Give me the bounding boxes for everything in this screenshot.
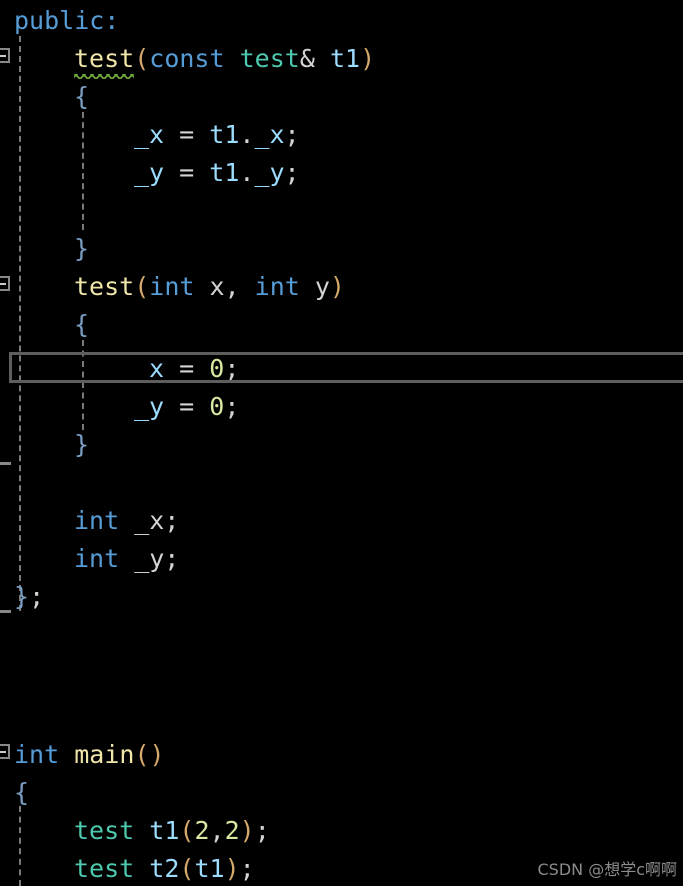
csdn-watermark: CSDN @想学c啊啊 [537, 860, 677, 879]
code-token: ; [29, 582, 45, 611]
code-line[interactable]: }; [0, 578, 683, 616]
code-editor-surface[interactable]: public: test(const test& t1){_x = t1._x; _… [0, 0, 683, 886]
code-token: ) [224, 854, 240, 883]
code-line[interactable] [0, 654, 683, 692]
code-token: t2 [149, 854, 180, 883]
code-token: ) [329, 272, 345, 301]
code-token: ; [224, 392, 240, 421]
code-token: } [74, 234, 90, 263]
code-token: t1 [149, 816, 180, 845]
code-token: int [74, 544, 120, 573]
code-token: { [74, 82, 90, 111]
code-line[interactable]: _x = t1._x; [0, 116, 683, 154]
code-token: _y [134, 392, 165, 421]
code-line[interactable]: _y = t1._y; [0, 154, 683, 192]
code-line[interactable]: test t1(2,2); [0, 812, 683, 850]
code-token: const [149, 44, 225, 73]
code-token: . [239, 120, 255, 149]
code-line[interactable]: } [0, 426, 683, 464]
code-token: } [14, 582, 30, 611]
code-token: ; [224, 354, 240, 383]
code-token: x [194, 272, 225, 301]
code-token: y [299, 272, 330, 301]
code-line[interactable] [0, 192, 683, 230]
code-token: ; [284, 120, 300, 149]
code-token: = [164, 158, 210, 187]
code-line[interactable] [0, 464, 683, 502]
code-token: , [224, 272, 255, 301]
code-token: _x [134, 120, 165, 149]
code-token: ) [239, 816, 255, 845]
code-line[interactable]: } [0, 230, 683, 268]
code-token: test [239, 44, 300, 73]
code-line[interactable]: int _x; [0, 502, 683, 540]
code-line[interactable]: int _y; [0, 540, 683, 578]
code-token: test [74, 854, 135, 883]
code-token: int [14, 740, 60, 769]
code-token: int [149, 272, 195, 301]
code-token: test [74, 816, 135, 845]
code-token: _x; [119, 506, 180, 535]
code-token: t1 [209, 158, 240, 187]
code-line[interactable]: { [0, 78, 683, 116]
code-token: _y [254, 158, 285, 187]
code-token: ( [179, 816, 195, 845]
code-token: = [164, 120, 210, 149]
code-line[interactable]: public: [0, 2, 683, 40]
code-token: t1 [329, 44, 361, 73]
code-token: ; [284, 158, 300, 187]
code-token: int [74, 506, 120, 535]
code-token: } [74, 430, 90, 459]
code-token: & [299, 44, 315, 73]
code-line[interactable]: int main() [0, 736, 683, 774]
code-token: () [134, 740, 165, 769]
code-token: 2 [224, 816, 240, 845]
code-token: 0 [209, 392, 225, 421]
code-token: 0 [209, 354, 225, 383]
code-token: ; [239, 854, 255, 883]
code-token: t1 [209, 120, 240, 149]
code-line[interactable] [0, 616, 683, 654]
code-token: ( [134, 44, 150, 73]
code-token: 2 [194, 816, 210, 845]
code-token: _x [254, 120, 285, 149]
code-token: = [164, 392, 210, 421]
code-token: ( [179, 854, 195, 883]
code-line[interactable]: { [0, 306, 683, 344]
code-line[interactable]: test(const test& t1) [0, 40, 683, 78]
code-token: . [239, 158, 255, 187]
code-token: public: [14, 6, 120, 35]
code-line[interactable] [0, 692, 683, 730]
code-line[interactable]: _x = 0; [0, 350, 683, 388]
code-token: test [74, 272, 135, 301]
error-squiggle-token: test [74, 44, 135, 73]
code-token: _y; [119, 544, 180, 573]
code-token: int [254, 272, 300, 301]
code-token: , [209, 816, 225, 845]
code-token: ; [254, 816, 270, 845]
code-token: { [74, 310, 90, 339]
code-token: _x [134, 354, 165, 383]
code-token: = [164, 354, 210, 383]
code-line[interactable]: _y = 0; [0, 388, 683, 426]
code-token: ( [134, 272, 150, 301]
code-line[interactable]: test(int x, int y) [0, 268, 683, 306]
code-token: _y [134, 158, 165, 187]
code-token: t1 [194, 854, 225, 883]
code-token: ) [360, 44, 376, 73]
code-token: main [74, 740, 135, 769]
code-line[interactable]: { [0, 774, 683, 812]
code-token: { [14, 778, 30, 807]
